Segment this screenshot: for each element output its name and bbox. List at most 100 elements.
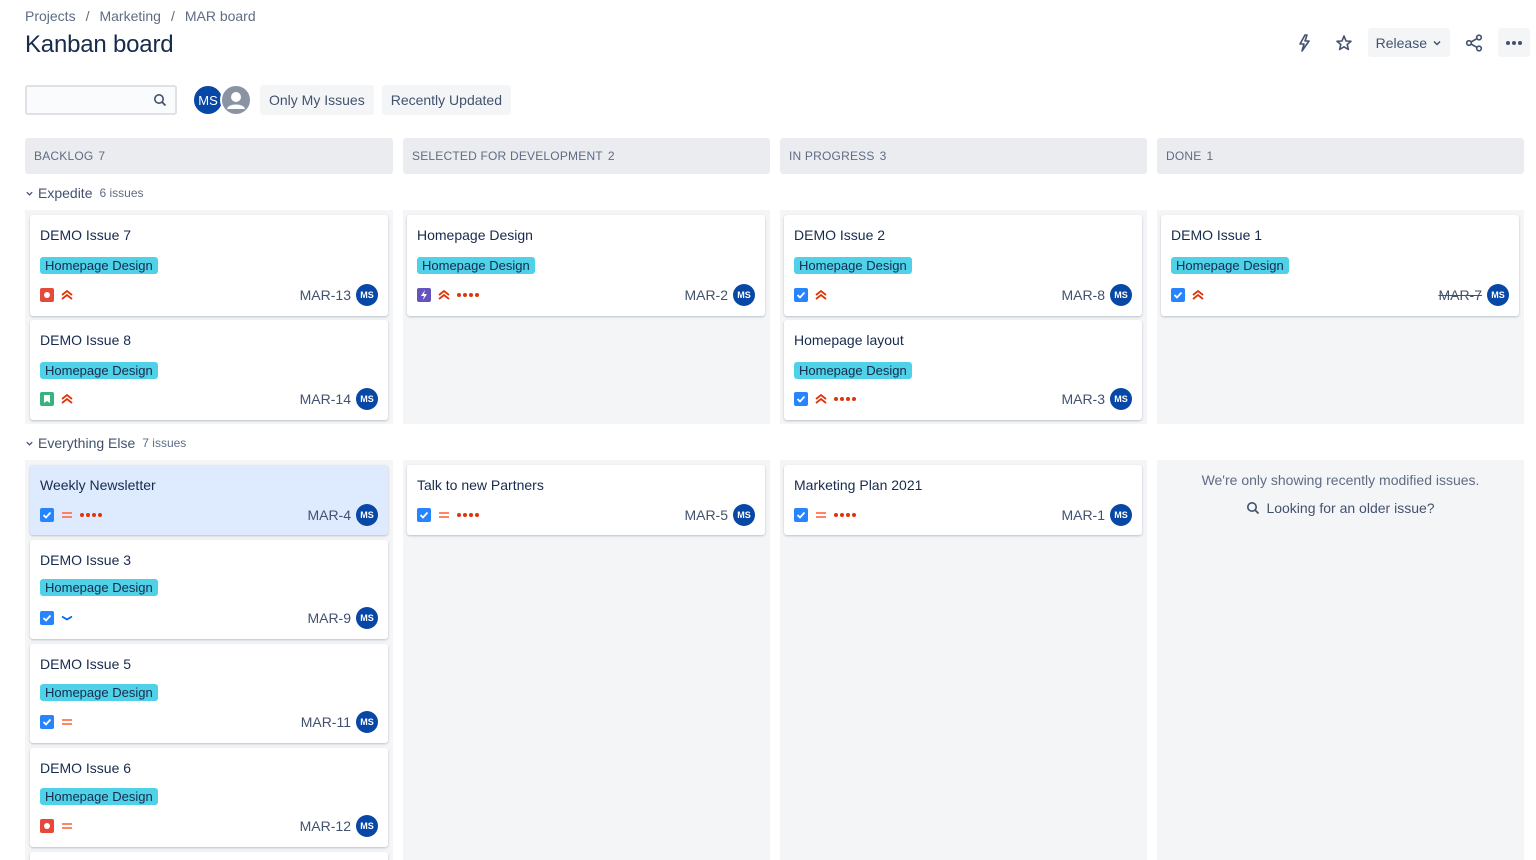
issue-card[interactable]: Homepage Design Homepage Design MAR-2 MS	[407, 215, 765, 316]
issue-card[interactable]: Homepage layout Homepage Design MAR-3 MS	[784, 320, 1142, 420]
epic-label: Homepage Design	[40, 788, 158, 805]
task-icon	[417, 508, 431, 522]
breadcrumb-board[interactable]: MAR board	[185, 8, 256, 24]
swimlane-expedite[interactable]: Expedite 6 issues	[25, 185, 144, 201]
board-toolbar: MS Only My Issues Recently Updated	[25, 84, 511, 116]
card-title: Homepage layout	[794, 332, 904, 348]
assignee-avatar[interactable]: MS	[356, 607, 378, 629]
search-icon	[1247, 502, 1260, 515]
highest-priority-icon	[1192, 289, 1204, 300]
board-actions: Release	[1288, 28, 1530, 57]
issue-key[interactable]: MAR-11	[301, 714, 351, 730]
search-input[interactable]	[27, 87, 147, 113]
breadcrumb-separator: /	[85, 8, 90, 24]
issue-key[interactable]: MAR-4	[307, 507, 351, 523]
card-footer: MAR-12 MS	[40, 815, 378, 837]
issue-key[interactable]: MAR-7	[1438, 287, 1482, 303]
swimlane-count: 6 issues	[99, 186, 144, 200]
assignee-avatar[interactable]: MS	[356, 284, 378, 306]
automation-button[interactable]	[1288, 28, 1320, 57]
card-footer: MAR-4 MS	[40, 504, 378, 526]
chevron-down-icon	[26, 441, 33, 446]
card-title: DEMO Issue 7	[40, 227, 132, 243]
task-icon	[794, 288, 808, 302]
card-title: Weekly Newsletter	[40, 477, 156, 493]
page-title: Kanban board	[25, 31, 174, 58]
estimate-dots-icon	[80, 513, 102, 517]
assignee-avatar[interactable]: MS	[733, 504, 755, 526]
assignee-avatar[interactable]: MS	[356, 815, 378, 837]
older-issues-label: Looking for an older issue?	[1266, 500, 1435, 516]
medium-priority-icon	[816, 512, 826, 518]
issue-key[interactable]: MAR-8	[1061, 287, 1105, 303]
issue-card[interactable]: DEMO Issue 6 Homepage Design MAR-12 MS	[30, 748, 388, 847]
breadcrumb-projects[interactable]: Projects	[25, 8, 76, 24]
recently-updated-filter[interactable]: Recently Updated	[381, 85, 511, 115]
epic-label: Homepage Design	[794, 362, 912, 379]
issue-key[interactable]: MAR-2	[684, 287, 728, 303]
epic-label: Homepage Design	[794, 257, 912, 274]
more-button[interactable]	[1498, 28, 1530, 57]
story-icon	[40, 392, 54, 406]
epic-label: Homepage Design	[40, 684, 158, 701]
assignee-avatar[interactable]: MS	[356, 711, 378, 733]
issue-card[interactable]: DEMO Issue 1 Homepage Design MAR-7 MS	[1161, 215, 1519, 316]
breadcrumb-marketing[interactable]: Marketing	[99, 8, 160, 24]
issue-card[interactable]: DEMO Issue 3 Homepage Design MAR-9 MS	[30, 540, 388, 639]
card-footer: MAR-11 MS	[40, 711, 378, 733]
card-footer: MAR-14 MS	[40, 388, 378, 410]
bug-icon	[40, 288, 54, 302]
share-button[interactable]	[1458, 28, 1490, 57]
issue-key[interactable]: MAR-5	[684, 507, 728, 523]
issue-key[interactable]: MAR-13	[300, 287, 351, 303]
assignee-avatar[interactable]: MS	[356, 504, 378, 526]
task-icon	[40, 715, 54, 729]
chevron-down-icon	[1433, 40, 1441, 46]
older-issues-link[interactable]: Looking for an older issue?	[1157, 500, 1524, 516]
highest-priority-icon	[815, 289, 827, 300]
assignee-avatar[interactable]: MS	[733, 284, 755, 306]
star-button[interactable]	[1328, 28, 1360, 57]
search-field	[25, 85, 177, 115]
issue-card[interactable]: DEMO Issue 2 Homepage Design MAR-8 MS	[784, 215, 1142, 316]
card-footer: MAR-13 MS	[40, 284, 378, 306]
search-icon	[154, 94, 167, 107]
issue-key[interactable]: MAR-12	[300, 818, 351, 834]
issue-key[interactable]: MAR-1	[1061, 507, 1105, 523]
issue-card[interactable]	[30, 852, 388, 860]
assignee-avatar[interactable]: MS	[1110, 388, 1132, 410]
assignee-avatar[interactable]: MS	[356, 388, 378, 410]
card-footer: MAR-5 MS	[417, 504, 755, 526]
card-title: DEMO Issue 5	[40, 656, 132, 672]
card-title: DEMO Issue 8	[40, 332, 132, 348]
issue-card[interactable]: Marketing Plan 2021 MAR-1 MS	[784, 465, 1142, 535]
release-label: Release	[1375, 34, 1427, 51]
lightning-icon	[1298, 33, 1310, 52]
card-footer: MAR-9 MS	[40, 607, 378, 629]
issue-card[interactable]: DEMO Issue 5 Homepage Design MAR-11 MS	[30, 644, 388, 743]
column-header-backlog: BACKLOG 7	[25, 138, 393, 174]
estimate-dots-icon	[457, 513, 479, 517]
breadcrumb: Projects / Marketing / MAR board	[25, 8, 256, 24]
issue-card[interactable]: Weekly Newsletter MAR-4 MS	[30, 465, 388, 535]
assignee-avatar[interactable]: MS	[1110, 284, 1132, 306]
issue-key[interactable]: MAR-3	[1061, 391, 1105, 407]
assignee-avatar[interactable]: MS	[1487, 284, 1509, 306]
swimlane-everything-else[interactable]: Everything Else 7 issues	[25, 435, 186, 451]
only-my-issues-filter[interactable]: Only My Issues	[260, 85, 374, 115]
issue-card[interactable]: DEMO Issue 7 Homepage Design MAR-13 MS	[30, 215, 388, 316]
assignee-filter: MS	[192, 84, 252, 116]
issue-key[interactable]: MAR-14	[300, 391, 351, 407]
column-header-selected: SELECTED FOR DEVELOPMENT 2	[403, 138, 770, 174]
estimate-dots-icon	[834, 397, 856, 401]
issue-card[interactable]: Talk to new Partners MAR-5 MS	[407, 465, 765, 535]
unassigned-avatar[interactable]	[220, 84, 252, 116]
release-button[interactable]: Release	[1367, 28, 1450, 57]
issue-key[interactable]: MAR-9	[307, 610, 351, 626]
column-header-in-progress: IN PROGRESS 3	[780, 138, 1147, 174]
issue-card[interactable]: DEMO Issue 8 Homepage Design MAR-14 MS	[30, 320, 388, 420]
assignee-avatar[interactable]: MS	[1110, 504, 1132, 526]
column-count: 1	[1206, 149, 1214, 163]
done-column-message: We're only showing recently modified iss…	[1201, 472, 1480, 488]
medium-priority-icon	[62, 823, 72, 829]
